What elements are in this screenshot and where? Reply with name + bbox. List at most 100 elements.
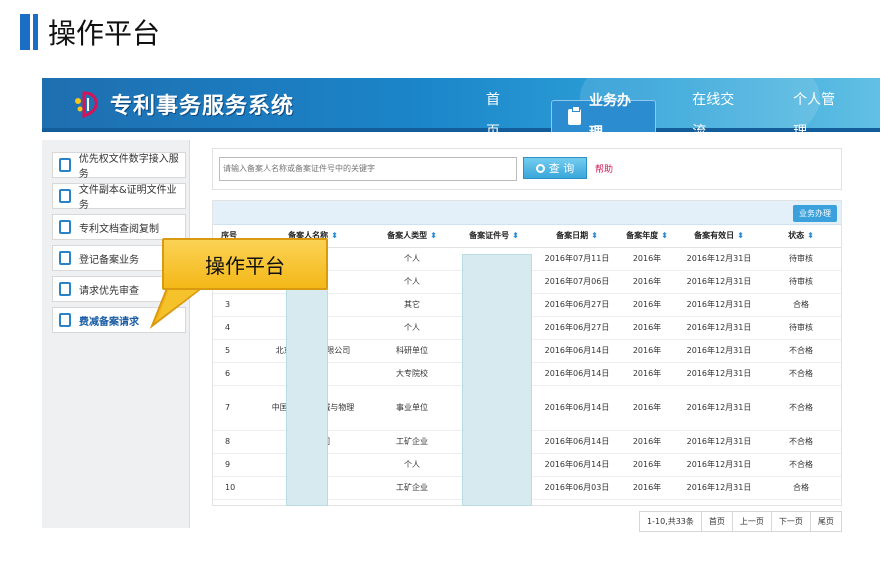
search-button-label: 查 询 bbox=[548, 162, 575, 175]
cell-year: 2016年 bbox=[617, 430, 677, 454]
cell-status: 合格 bbox=[761, 293, 841, 317]
app-name: 专利事务服务系统 bbox=[110, 94, 295, 119]
sidebar-item-label: 登记备案业务 bbox=[79, 254, 139, 266]
sort-icon: ⬍ bbox=[512, 231, 519, 241]
cell-date: 2016年06月14日 bbox=[537, 453, 617, 477]
slide-heading: 操作平台 bbox=[48, 17, 161, 50]
slide-title: 操作平台 bbox=[20, 12, 160, 52]
sidebar-item-label: 请求优先审查 bbox=[79, 285, 139, 297]
pager-first[interactable]: 首页 bbox=[700, 511, 733, 532]
sidebar: 优先权文件数字接入服务 文件副本&证明文件业务 专利文档查阅复制 登记备案业务 … bbox=[42, 140, 190, 528]
sort-icon: ⬍ bbox=[591, 231, 598, 241]
nav-business[interactable]: 业务办理 bbox=[551, 93, 657, 132]
cell-idx: 6 bbox=[213, 362, 253, 386]
cell-year: 2016年 bbox=[617, 293, 677, 317]
cell-type: 事业单位 bbox=[373, 385, 451, 431]
cell-status: 不合格 bbox=[761, 339, 841, 363]
search-button[interactable]: 查 询 bbox=[523, 157, 587, 179]
sort-icon: ⬍ bbox=[737, 231, 744, 241]
sidebar-item-doc-copy[interactable]: 文件副本&证明文件业务 bbox=[52, 183, 186, 211]
cell-date: 2016年06月14日 bbox=[537, 339, 617, 363]
nav-business-label: 业务办理 bbox=[589, 92, 632, 133]
cell-idx: 5 bbox=[213, 339, 253, 363]
main-nav: 首 页 业务办理 在线交流 个人管理 bbox=[472, 92, 880, 132]
col-cert[interactable]: 备案证件号 ⬍ bbox=[451, 225, 537, 248]
cell-idx: 4 bbox=[213, 316, 253, 340]
pager-summary: 1-10,共33条 bbox=[639, 511, 702, 532]
cell-date: 2016年06月14日 bbox=[537, 362, 617, 386]
col-date[interactable]: 备案日期 ⬍ bbox=[537, 225, 617, 248]
col-year[interactable]: 备案年度 ⬍ bbox=[617, 225, 677, 248]
col-type[interactable]: 备案人类型 ⬍ bbox=[373, 225, 451, 248]
cell-year: 2016年 bbox=[617, 453, 677, 477]
cell-status: 待审核 bbox=[761, 247, 841, 271]
cell-valid: 2016年12月31日 bbox=[677, 339, 761, 363]
pagination: 1-10,共33条 首页 上一页 下一页 尾页 bbox=[639, 511, 842, 532]
sort-icon: ⬍ bbox=[661, 231, 668, 241]
cell-status: 合格 bbox=[761, 476, 841, 500]
nav-online-chat[interactable]: 在线交流 bbox=[678, 92, 757, 132]
cell-date: 2016年07月06日 bbox=[537, 270, 617, 294]
cell-type: 个人 bbox=[373, 247, 451, 271]
cell-valid: 2016年12月31日 bbox=[677, 453, 761, 477]
clipboard-icon bbox=[568, 105, 582, 125]
col-valid[interactable]: 备案有效日 ⬍ bbox=[677, 225, 761, 248]
cell-valid: 2016年12月31日 bbox=[677, 430, 761, 454]
help-link[interactable]: 帮助 bbox=[595, 162, 613, 175]
cell-status: 待审核 bbox=[761, 270, 841, 294]
edit-icon bbox=[59, 282, 71, 296]
cell-valid: 2016年12月31日 bbox=[677, 362, 761, 386]
sidebar-item-patent-lookup[interactable]: 专利文档查阅复制 bbox=[52, 214, 186, 240]
search-input[interactable] bbox=[219, 157, 517, 181]
cell-year: 2016年 bbox=[617, 270, 677, 294]
pager-prev[interactable]: 上一页 bbox=[731, 511, 772, 532]
app-logo[interactable]: 专利事务服务系统 bbox=[72, 88, 294, 120]
redaction-mask-name bbox=[286, 254, 328, 506]
cell-year: 2016年 bbox=[617, 247, 677, 271]
cell-type: 大专院校 bbox=[373, 362, 451, 386]
cell-type: 科研单位 bbox=[373, 339, 451, 363]
cell-idx: 3 bbox=[213, 293, 253, 317]
search-panel: 查 询 帮助 bbox=[212, 148, 842, 190]
cell-status: 待审核 bbox=[761, 316, 841, 340]
cell-type: 个人 bbox=[373, 270, 451, 294]
cell-year: 2016年 bbox=[617, 339, 677, 363]
crop-icon bbox=[59, 158, 71, 172]
redaction-mask-cert bbox=[462, 254, 532, 506]
cell-type: 个人 bbox=[373, 453, 451, 477]
cell-idx: 7 bbox=[213, 385, 253, 431]
pager-next[interactable]: 下一页 bbox=[770, 511, 811, 532]
callout-label: 操作平台 bbox=[162, 238, 328, 290]
nav-personal[interactable]: 个人管理 bbox=[779, 92, 858, 132]
cell-valid: 2016年12月31日 bbox=[677, 385, 761, 431]
cell-year: 2016年 bbox=[617, 476, 677, 500]
pager-last[interactable]: 尾页 bbox=[809, 511, 842, 532]
col-status[interactable]: 状态 ⬍ bbox=[761, 225, 841, 248]
title-bars-decoration bbox=[20, 14, 38, 50]
sidebar-item-label: 专利文档查阅复制 bbox=[79, 223, 159, 235]
sidebar-item-priority-doc[interactable]: 优先权文件数字接入服务 bbox=[52, 152, 186, 180]
cell-type: 个人 bbox=[373, 316, 451, 340]
sort-icon: ⬍ bbox=[807, 231, 814, 241]
cell-date: 2016年07月11日 bbox=[537, 247, 617, 271]
cell-year: 2016年 bbox=[617, 362, 677, 386]
cell-status: 不合格 bbox=[761, 385, 841, 431]
cell-status: 不合格 bbox=[761, 362, 841, 386]
nav-home[interactable]: 首 页 bbox=[472, 92, 529, 132]
business-action-button[interactable]: 业务办理 bbox=[793, 205, 837, 222]
cell-idx: 10 bbox=[213, 476, 253, 500]
bookmark-icon bbox=[59, 313, 71, 327]
file-icon bbox=[59, 251, 71, 265]
cell-date: 2016年06月14日 bbox=[537, 430, 617, 454]
top-banner: 专利事务服务系统 首 页 业务办理 在线交流 个人管理 bbox=[42, 78, 880, 132]
cell-date: 2016年06月27日 bbox=[537, 293, 617, 317]
logo-icon bbox=[75, 91, 98, 119]
cell-valid: 2016年12月31日 bbox=[677, 316, 761, 340]
table-toolbar: 业务办理 bbox=[213, 201, 841, 225]
sidebar-item-label: 优先权文件数字接入服务 bbox=[78, 154, 179, 180]
cell-valid: 2016年12月31日 bbox=[677, 293, 761, 317]
cell-status: 不合格 bbox=[761, 430, 841, 454]
cell-date: 2016年06月03日 bbox=[537, 476, 617, 500]
cell-valid: 2016年12月31日 bbox=[677, 270, 761, 294]
sort-icon: ⬍ bbox=[331, 231, 338, 241]
